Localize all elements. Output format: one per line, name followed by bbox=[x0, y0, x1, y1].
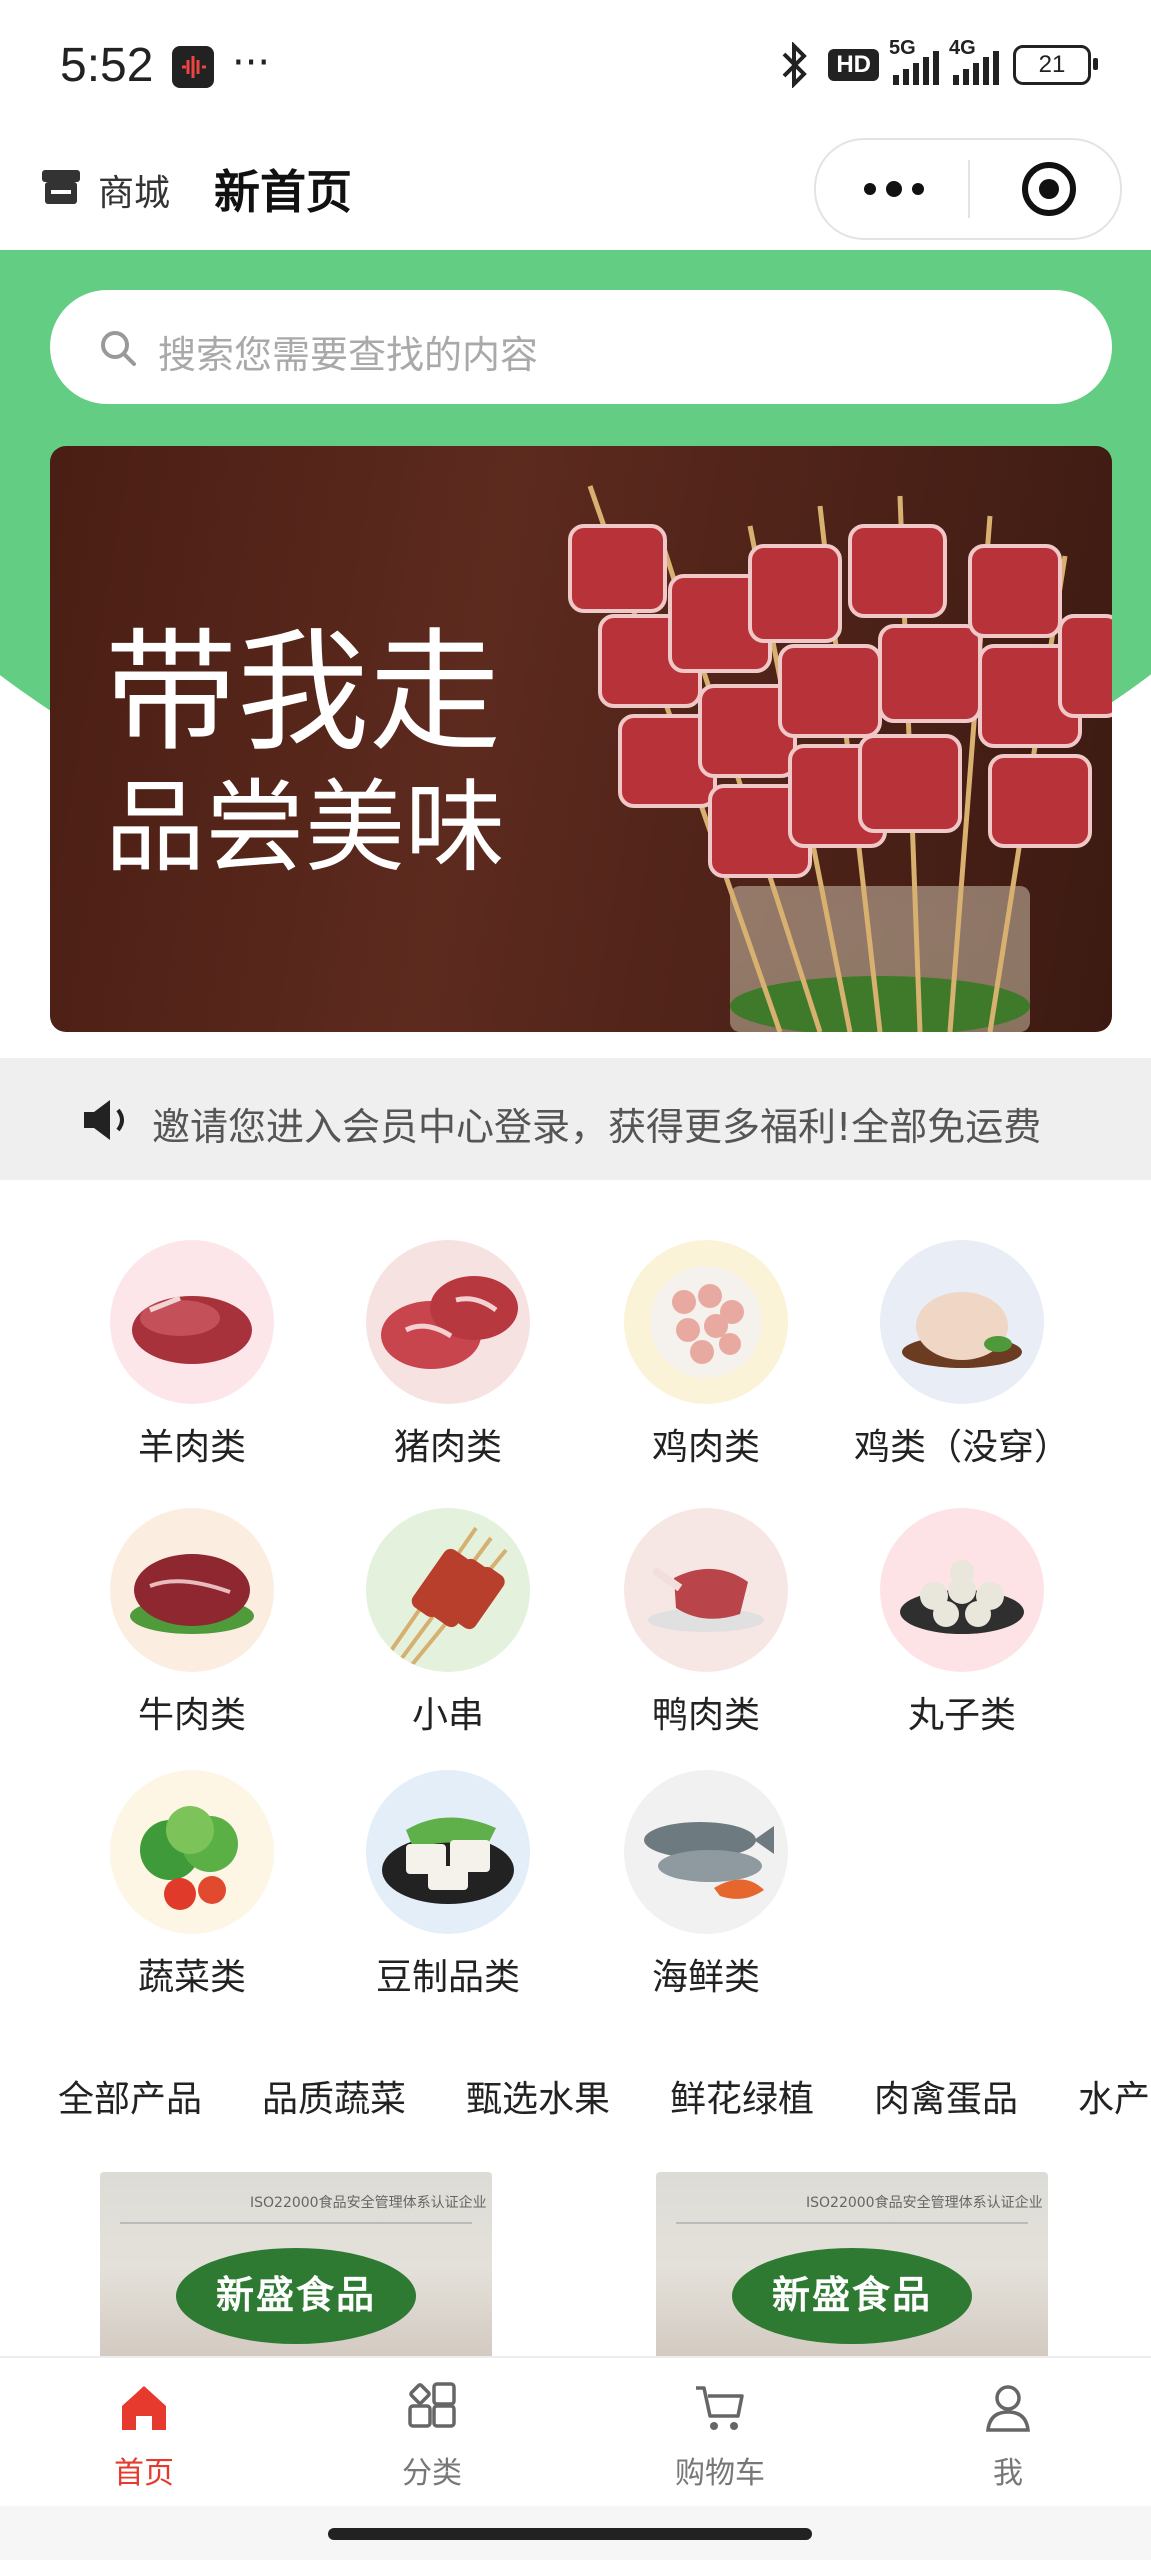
category-icon bbox=[408, 2382, 456, 2428]
tab-aquatic[interactable]: 水产 bbox=[1078, 2070, 1150, 2122]
category-beef[interactable]: 牛肉类 bbox=[62, 1508, 322, 1758]
product-card[interactable]: ISO22000食品安全管理体系认证企业 新盛食品 bbox=[100, 2172, 492, 2362]
beef-meat-icon bbox=[110, 1508, 274, 1672]
package-seal bbox=[676, 2222, 1028, 2224]
seafood-icon bbox=[624, 1770, 788, 1934]
battery-level: 21 bbox=[1038, 51, 1066, 78]
category-vegetables[interactable]: 蔬菜类 bbox=[62, 1770, 322, 2020]
signal-5g-icon: 5G bbox=[889, 37, 939, 85]
hd-badge: HD bbox=[828, 49, 879, 81]
pork-meat-icon bbox=[366, 1240, 530, 1404]
product-cert-note: ISO22000食品安全管理体系认证企业 bbox=[250, 2195, 487, 2211]
more-options-icon[interactable] bbox=[854, 170, 934, 208]
bluetooth-icon bbox=[782, 42, 808, 88]
category-meatballs[interactable]: 丸子类 bbox=[832, 1508, 1092, 1758]
nav-profile[interactable]: 我 bbox=[864, 2358, 1151, 2508]
page-title: 新首页 bbox=[214, 165, 352, 219]
category-whole-chicken[interactable]: 鸡类（没穿） bbox=[832, 1240, 1092, 1490]
network-1-label: 5G bbox=[889, 37, 916, 59]
signal-4g-icon: 4G bbox=[949, 37, 999, 85]
category-duck[interactable]: 鸭肉类 bbox=[576, 1508, 836, 1758]
capsule-divider bbox=[968, 160, 970, 218]
mini-program-capsule bbox=[814, 138, 1122, 240]
promo-banner[interactable]: 带我走 品尝美味 bbox=[50, 446, 1112, 1032]
network-2-label: 4G bbox=[949, 37, 976, 59]
whole-chicken-icon bbox=[880, 1240, 1044, 1404]
status-bar: 5:52 ··· HD 5G 4G 21 bbox=[0, 0, 1151, 130]
home-icon bbox=[122, 2386, 166, 2430]
speaker-icon bbox=[84, 1100, 124, 1140]
nav-label: 分类 bbox=[402, 2456, 462, 2491]
nav-label: 我 bbox=[993, 2456, 1023, 2491]
status-time: 5:52 bbox=[60, 39, 154, 92]
close-target-icon[interactable] bbox=[1020, 160, 1078, 218]
tab-fruits[interactable]: 甄选水果 bbox=[466, 2070, 610, 2122]
category-seafood[interactable]: 海鲜类 bbox=[576, 1770, 836, 2020]
category-label: 海鲜类 bbox=[651, 1957, 760, 1998]
duck-meat-icon bbox=[624, 1508, 788, 1672]
category-label: 丸子类 bbox=[907, 1695, 1016, 1736]
home-indicator[interactable] bbox=[328, 2528, 812, 2540]
status-more-icon: ··· bbox=[232, 40, 271, 86]
app-header: 商城 新首页 bbox=[0, 130, 1151, 250]
battery-icon: 21 bbox=[1013, 45, 1098, 85]
category-lamb[interactable]: 羊肉类 bbox=[62, 1240, 322, 1490]
notice-text: 邀请您进入会员中心登录，获得更多福利!全部免运费 bbox=[152, 1105, 1042, 1149]
category-label: 豆制品类 bbox=[375, 1957, 520, 1998]
nav-category[interactable]: 分类 bbox=[288, 2358, 576, 2508]
tab-all-products[interactable]: 全部产品 bbox=[58, 2070, 202, 2122]
nav-label: 购物车 bbox=[675, 2456, 765, 2491]
search-bar[interactable]: 搜索您需要查找的内容 bbox=[50, 290, 1112, 404]
category-label: 鸡类（没穿） bbox=[853, 1427, 1070, 1468]
lamb-meat-icon bbox=[110, 1240, 274, 1404]
skewers-icon bbox=[366, 1508, 530, 1672]
category-pork[interactable]: 猪肉类 bbox=[318, 1240, 578, 1490]
product-brand: 新盛食品 bbox=[771, 2273, 932, 2317]
tab-vegetables[interactable]: 品质蔬菜 bbox=[262, 2070, 406, 2122]
banner-subheadline: 品尝美味 bbox=[105, 769, 505, 886]
product-brand: 新盛食品 bbox=[215, 2273, 376, 2317]
store-icon[interactable] bbox=[36, 162, 86, 212]
notice-bar[interactable]: 邀请您进入会员中心登录，获得更多福利!全部免运费 bbox=[0, 1058, 1151, 1180]
package-seal bbox=[120, 2222, 472, 2224]
category-label: 鸭肉类 bbox=[651, 1695, 760, 1736]
product-cert-note: ISO22000食品安全管理体系认证企业 bbox=[806, 2195, 1043, 2211]
tab-meat-eggs[interactable]: 肉禽蛋品 bbox=[874, 2070, 1018, 2122]
category-chicken[interactable]: 鸡肉类 bbox=[576, 1240, 836, 1490]
search-placeholder[interactable]: 搜索您需要查找的内容 bbox=[158, 324, 538, 379]
product-card[interactable]: ISO22000食品安全管理体系认证企业 新盛食品 bbox=[656, 2172, 1048, 2362]
tofu-icon bbox=[366, 1770, 530, 1934]
meat-skewers-illustration bbox=[568, 485, 1112, 1032]
category-label: 蔬菜类 bbox=[137, 1957, 246, 1998]
nav-label: 首页 bbox=[114, 2456, 174, 2491]
category-tofu[interactable]: 豆制品类 bbox=[318, 1770, 578, 2020]
category-label: 小串 bbox=[411, 1695, 484, 1736]
category-skewers[interactable]: 小串 bbox=[318, 1508, 578, 1758]
nav-cart[interactable]: 购物车 bbox=[576, 2358, 864, 2508]
category-label: 牛肉类 bbox=[137, 1695, 246, 1736]
chicken-pieces-icon bbox=[624, 1240, 788, 1404]
profile-icon bbox=[986, 2385, 1030, 2432]
vegetables-icon bbox=[110, 1770, 274, 1934]
category-label: 猪肉类 bbox=[393, 1427, 502, 1468]
category-label: 羊肉类 bbox=[137, 1427, 246, 1468]
product-tabs: 全部产品 品质蔬菜 甄选水果 鲜花绿植 肉禽蛋品 水产 bbox=[0, 2070, 1151, 2130]
app-notification-icon bbox=[172, 46, 214, 88]
store-link[interactable]: 商城 bbox=[98, 164, 170, 216]
tab-flowers[interactable]: 鲜花绿植 bbox=[670, 2070, 814, 2122]
category-label: 鸡肉类 bbox=[651, 1427, 760, 1468]
search-icon bbox=[101, 331, 136, 366]
status-indicators: HD 5G 4G 21 bbox=[774, 37, 1098, 90]
bottom-nav: 首页 分类 购物车 我 bbox=[0, 2356, 1151, 2508]
cart-icon bbox=[696, 2386, 744, 2430]
nav-home[interactable]: 首页 bbox=[0, 2358, 288, 2508]
meatballs-icon bbox=[880, 1508, 1044, 1672]
